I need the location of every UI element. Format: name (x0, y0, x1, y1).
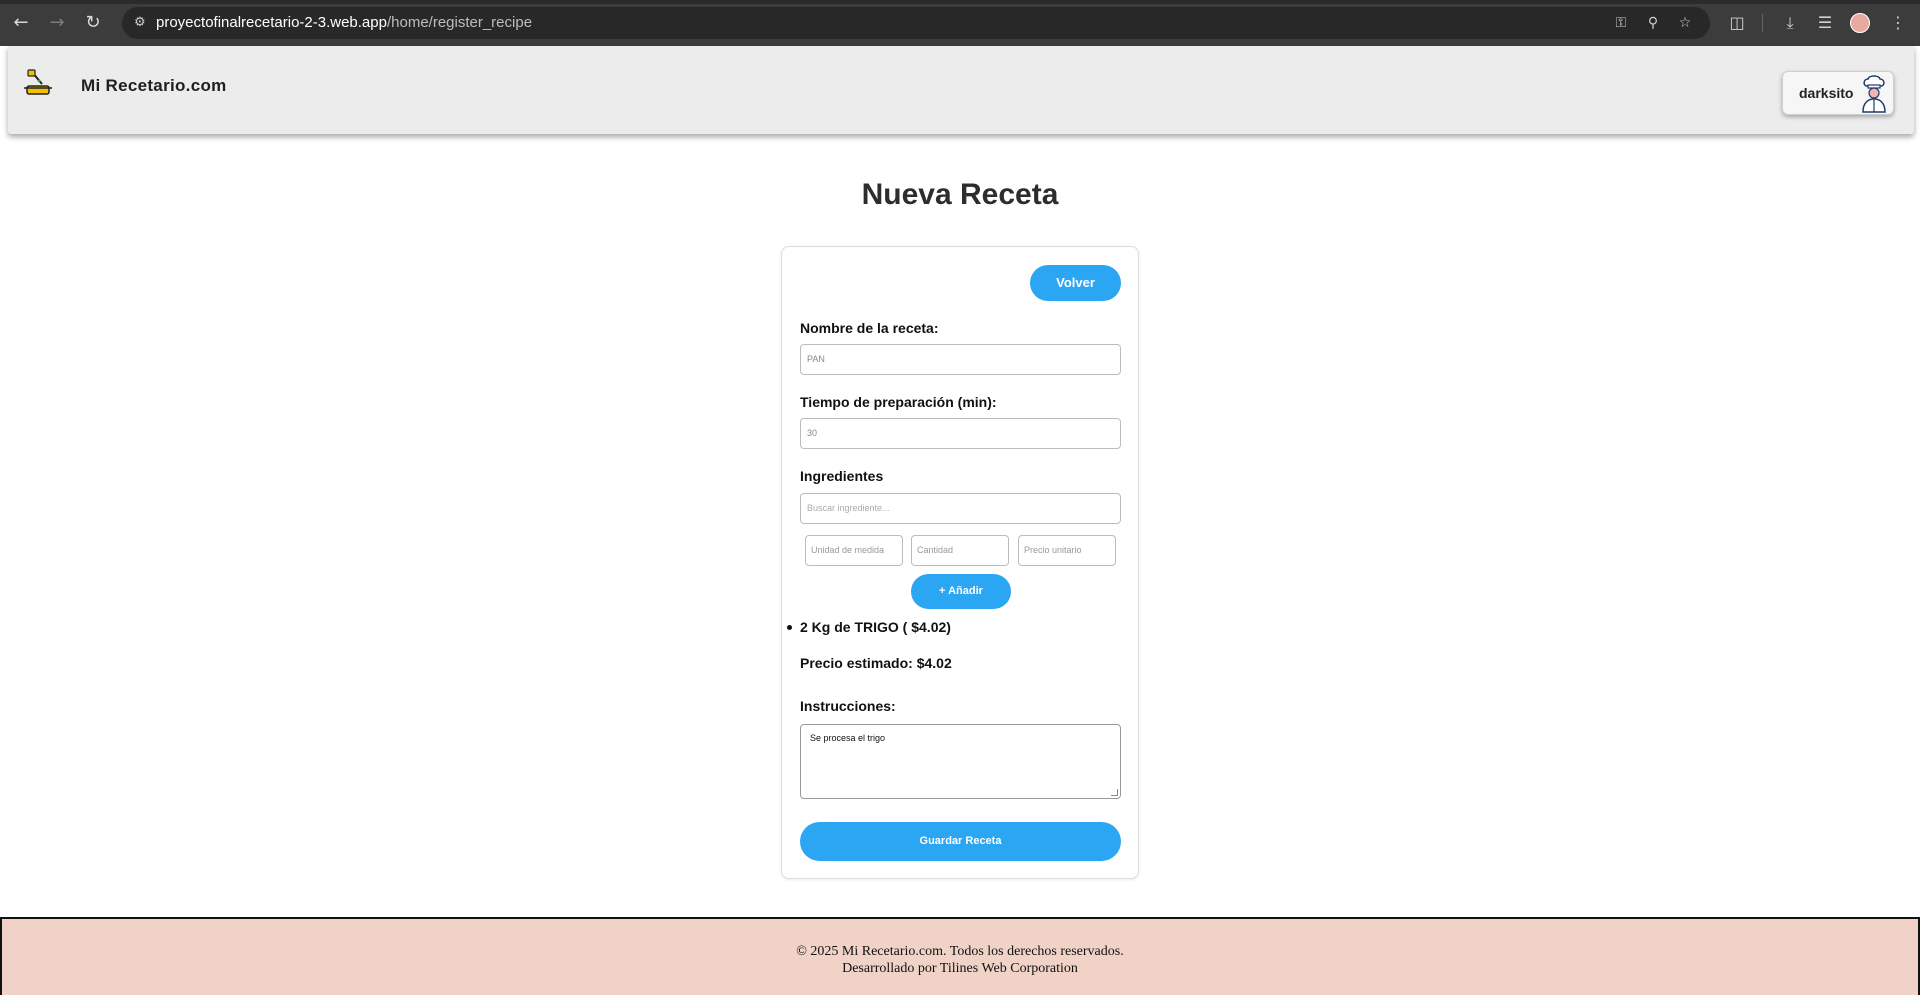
brand-name[interactable]: Mi Recetario.com (81, 76, 227, 96)
site-info-icon[interactable]: ⚙ (134, 15, 150, 31)
ingredient-search-input[interactable]: Buscar ingrediente... (800, 493, 1121, 524)
estimated-price: Precio estimado: $4.02 (800, 655, 952, 671)
cooking-pot-logo-icon[interactable] (24, 68, 54, 98)
footer: © 2025 Mi Recetario.com. Todos los derec… (0, 917, 1920, 995)
page-title: Nueva Receta (861, 178, 1059, 211)
username: darksito (1799, 85, 1854, 101)
instructions-label: Instrucciones: (800, 698, 896, 714)
ingredient-text: 2 Kg de TRIGO ( $4.02) (800, 619, 951, 635)
back-button[interactable]: Volver (1030, 265, 1121, 301)
ingredients-heading: Ingredientes (800, 468, 884, 484)
extensions-icon[interactable]: ◫ (1725, 11, 1749, 35)
browser-toolbar: ← → ↻ ⚙ proyectofinalrecetario-2-3.web.a… (0, 0, 1920, 46)
add-ingredient-button[interactable]: + Añadir (911, 574, 1011, 609)
bookmark-star-icon[interactable]: ☆ (1676, 14, 1694, 32)
profile-avatar[interactable] (1850, 13, 1870, 33)
reload-icon[interactable]: ↻ (81, 11, 105, 35)
prep-time-input[interactable]: 30 (800, 418, 1121, 449)
recipe-name-input[interactable]: PAN (800, 344, 1121, 375)
app-header: Mi Recetario.com darksito (8, 46, 1914, 134)
back-icon[interactable]: ← (9, 11, 33, 35)
instructions-textarea[interactable]: Se procesa el trigo (800, 724, 1121, 799)
resize-handle[interactable] (1111, 789, 1118, 796)
bullet (787, 625, 792, 630)
recipe-form-card: Volver Nombre de la receta: PAN Tiempo d… (781, 246, 1139, 879)
unit-input[interactable]: Unidad de medida (805, 535, 903, 566)
menu-icon[interactable]: ⋮ (1886, 11, 1910, 35)
ingredient-list-item: 2 Kg de TRIGO ( $4.02) (787, 619, 951, 635)
footer-copyright: © 2025 Mi Recetario.com. Todos los derec… (796, 944, 1124, 959)
download-icon[interactable]: ⤓ (1778, 11, 1802, 35)
toolbar-divider (1762, 14, 1763, 32)
tab-strip (0, 0, 1920, 4)
footer-credits: Desarrollado por Tilines Web Corporation (842, 961, 1078, 976)
password-key-icon[interactable]: ⚿ (1612, 14, 1630, 32)
chef-avatar-icon (1862, 75, 1886, 113)
recipe-name-label: Nombre de la receta: (800, 320, 939, 336)
url-path: /home/register_recipe (386, 14, 533, 31)
url-text[interactable]: proyectofinalrecetario-2-3.web.app/home/… (156, 14, 532, 31)
instructions-text: Se procesa el trigo (810, 733, 886, 743)
quantity-input[interactable]: Cantidad (911, 535, 1009, 566)
forward-icon[interactable]: → (45, 11, 69, 35)
address-bar[interactable]: ⚙ proyectofinalrecetario-2-3.web.app/hom… (122, 7, 1710, 39)
url-host: proyectofinalrecetario-2-3.web.app (156, 14, 387, 31)
save-recipe-button[interactable]: Guardar Receta (800, 822, 1121, 861)
user-menu-button[interactable]: darksito (1782, 71, 1894, 115)
zoom-icon[interactable]: ⚲ (1644, 14, 1662, 32)
prep-time-label: Tiempo de preparación (min): (800, 394, 997, 410)
unit-price-input[interactable]: Precio unitario (1018, 535, 1116, 566)
reading-list-icon[interactable]: ☰ (1813, 11, 1837, 35)
